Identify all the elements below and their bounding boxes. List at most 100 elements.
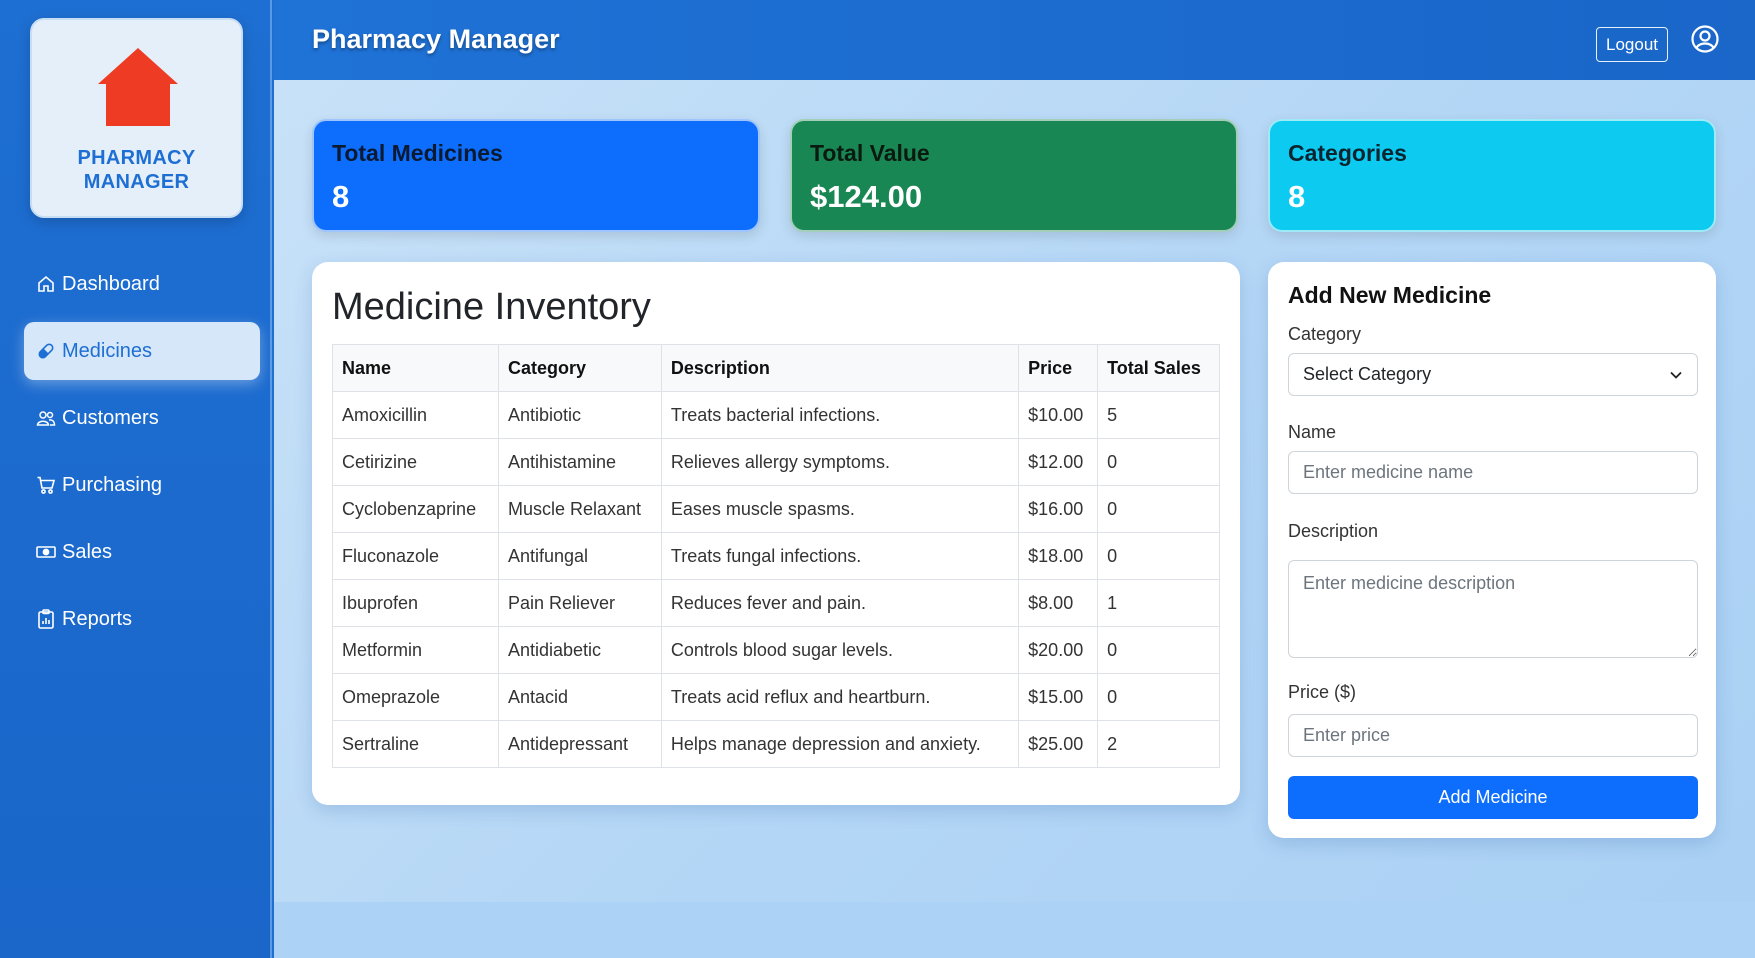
main-content: Pharmacy Manager Logout Total Medicines … [274,0,1755,958]
cell-description: Treats fungal infections. [660,532,1020,580]
sidebar-item-reports[interactable]: Reports [24,590,260,648]
cell-name: Metformin [332,626,499,674]
table-row: Cetirizine Antihistamine Relieves allergy … [332,438,1220,486]
people-icon [36,411,56,426]
table-row: Cyclobenzaprine Muscle Relaxant Eases musc… [332,485,1220,533]
medicine-name-input[interactable] [1288,451,1698,494]
cell-price: $15.00 [1018,673,1099,721]
cell-name: Cyclobenzaprine [332,485,499,533]
add-medicine-button[interactable]: Add Medicine [1288,776,1698,819]
form-title: Add New Medicine [1288,282,1492,308]
sidebar-item-label: Customers [62,406,159,429]
price-label: Price ($) [1288,682,1357,702]
category-select[interactable]: Select Category [1288,353,1698,396]
logo-text: PHARMACY MANAGER [77,147,196,193]
cell-category: Antibiotic [497,391,662,439]
cell-name: Ibuprofen [332,579,499,627]
cell-category: Antidepressant [497,720,662,768]
cell-category: Antidiabetic [497,626,662,674]
sidebar-item-dashboard[interactable]: Dashboard [24,255,260,313]
table-row: Metformin Antidiabetic Controls blood suga… [332,626,1220,674]
description-label: Description [1288,521,1379,541]
stat-label: Total Value [810,140,930,166]
sidebar-item-label: Sales [62,540,113,563]
cell-name: Amoxicillin [332,391,499,439]
cash-icon [36,546,56,558]
cell-total-sales: 0 [1097,532,1220,580]
cell-total-sales: 0 [1097,485,1220,533]
stat-value: 8 [1288,179,1306,214]
stat-total-value: Total Value $124.00 [790,119,1238,232]
person-circle-icon[interactable] [1690,24,1720,54]
category-selected-value: Select Category [1303,364,1432,384]
table-row: Amoxicillin Antibiotic Treats bacterial in… [332,391,1220,439]
stat-value: 8 [332,179,350,214]
cell-price: $16.00 [1018,485,1099,533]
stat-categories: Categories 8 [1268,119,1716,232]
cell-category: Pain Reliever [497,579,662,627]
cart-icon [37,476,56,494]
cell-total-sales: 0 [1097,626,1220,674]
cell-price: $12.00 [1018,438,1099,486]
cell-total-sales: 2 [1097,720,1220,768]
cell-description: Treats acid reflux and heartburn. [660,673,1020,721]
cell-category: Antacid [497,673,662,721]
stat-label: Total Medicines [332,140,503,166]
cell-price: $18.00 [1018,532,1099,580]
cell-total-sales: 5 [1097,391,1220,439]
cell-name: Sertraline [332,720,499,768]
sidebar-item-purchasing[interactable]: Purchasing [24,456,260,514]
cell-name: Fluconazole [332,532,499,580]
sidebar-item-label: Purchasing [62,473,163,496]
column-header-description: Description [660,344,1020,392]
sidebar: PHARMACY MANAGER Dashboard Medicines Cus… [0,0,272,958]
cell-price: $8.00 [1018,579,1099,627]
inventory-table: Name Category Description Price Total Sa… [332,344,1220,768]
medicine-description-input[interactable] [1288,560,1698,658]
name-label: Name [1288,422,1337,442]
table-row: Ibuprofen Pain Reliever Reduces fever and … [332,579,1220,627]
sidebar-item-medicines[interactable]: Medicines [24,322,260,380]
table-row: Omeprazole Antacid Treats acid reflux and … [332,673,1220,721]
cell-total-sales: 0 [1097,673,1220,721]
capsule-icon [38,343,54,359]
inventory-card: Medicine Inventory Name Category Descrip… [312,262,1240,805]
app-logo[interactable]: PHARMACY MANAGER [30,18,243,218]
cell-price: $25.00 [1018,720,1099,768]
sidebar-item-label: Dashboard [62,272,160,295]
cell-description: Relieves allergy symptoms. [660,438,1020,486]
column-header-price: Price [1018,344,1099,392]
clipboard-data-icon [38,609,54,629]
home-icon [38,275,54,292]
cell-description: Eases muscle spasms. [660,485,1020,533]
table-row: Sertraline Antidepressant Helps manage dep… [332,720,1220,768]
sidebar-item-sales[interactable]: Sales [24,523,260,581]
add-medicine-card: Add New Medicine Category Select Categor… [1268,262,1716,838]
price-input[interactable] [1288,714,1698,757]
cell-description: Controls blood sugar levels. [660,626,1020,674]
cell-total-sales: 1 [1097,579,1220,627]
cell-category: Muscle Relaxant [497,485,662,533]
sidebar-item-customers[interactable]: Customers [24,389,260,447]
cell-name: Cetirizine [332,438,499,486]
sidebar-item-label: Reports [62,607,133,630]
inventory-title: Medicine Inventory [332,286,651,328]
cell-description: Helps manage depression and anxiety. [660,720,1020,768]
sidebar-item-label: Medicines [62,339,153,362]
stat-total-medicines: Total Medicines 8 [312,119,760,232]
sidebar-nav: Dashboard Medicines Customers Purchasing [24,255,260,657]
table-row: Fluconazole Antifungal Treats fungal infec… [332,532,1220,580]
column-header-total-sales: Total Sales [1097,344,1220,392]
category-label: Category [1288,324,1362,344]
cell-description: Reduces fever and pain. [660,579,1020,627]
logout-button[interactable]: Logout [1596,27,1668,62]
top-navbar: Pharmacy Manager Logout [274,0,1755,80]
column-header-category: Category [497,344,662,392]
stat-label: Categories [1288,140,1407,166]
cell-category: Antifungal [497,532,662,580]
cell-total-sales: 0 [1097,438,1220,486]
cell-description: Treats bacterial infections. [660,391,1020,439]
table-header-row: Name Category Description Price Total Sa… [332,344,1220,392]
chevron-down-icon [1670,371,1682,379]
cell-name: Omeprazole [332,673,499,721]
